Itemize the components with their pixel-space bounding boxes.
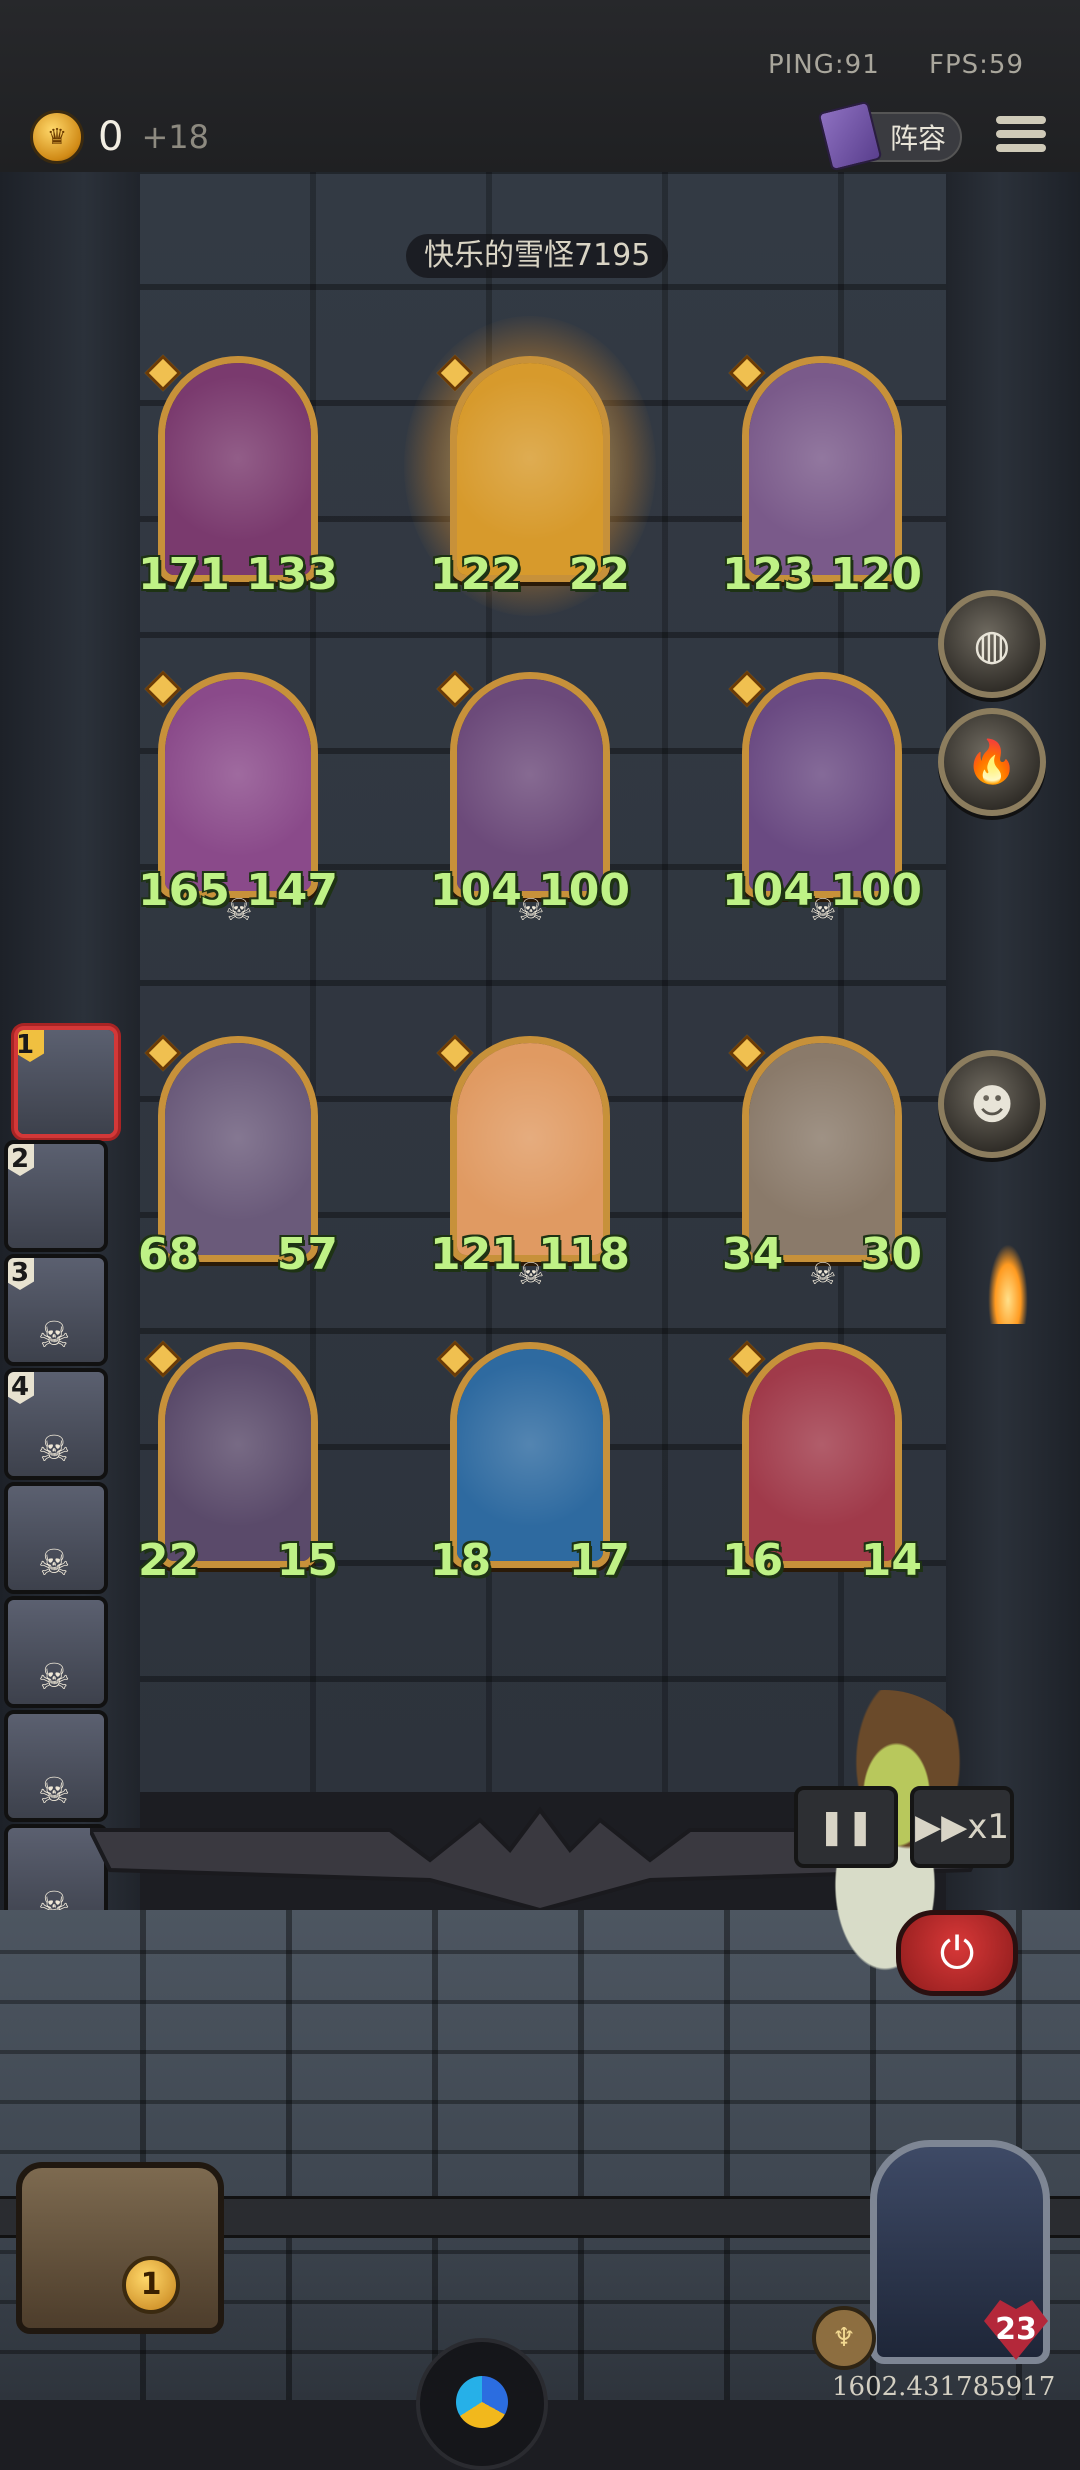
- health-value: 120: [830, 547, 922, 602]
- opponent-name: 快乐的雪怪7195: [406, 234, 669, 278]
- clown-art: [749, 1349, 895, 1561]
- minion-card[interactable]: 18 17: [430, 1340, 630, 1588]
- hero-power-icon[interactable]: ♆: [812, 2306, 876, 2370]
- skull-icon: ☠: [38, 1315, 71, 1356]
- health-value: 100: [830, 863, 922, 918]
- gold-income: +18: [141, 118, 209, 156]
- minion-card[interactable]: 104 100 ☠: [430, 670, 630, 928]
- ping-label: PING:91: [767, 50, 880, 80]
- minion-card[interactable]: 22 15: [138, 1340, 338, 1588]
- skull-icon: ☠: [517, 893, 545, 928]
- health-value: 133: [246, 547, 338, 602]
- performance-stats: PING:91 FPS:59: [728, 50, 1024, 80]
- dragon-head-art: [165, 1043, 311, 1255]
- chest-counter: 1: [122, 2256, 180, 2314]
- speed-button[interactable]: ▶▶x1: [910, 1786, 1014, 1868]
- skull-icon: ☠: [38, 1771, 71, 1812]
- health-value: 22: [568, 547, 630, 602]
- skull-icon: ☠: [809, 1257, 837, 1292]
- torch-icon: [988, 1244, 1028, 1324]
- queue-player[interactable]: 4 ☠: [4, 1368, 108, 1480]
- fire-elemental-art: [457, 1043, 603, 1255]
- logo-icon: [456, 2376, 508, 2428]
- health-value: 14: [860, 1533, 922, 1588]
- queue-player[interactable]: 3 ☠: [4, 1254, 108, 1366]
- attack-value: 171: [138, 547, 230, 602]
- fps-label: FPS:59: [929, 50, 1024, 80]
- app-logo-button[interactable]: [416, 2338, 548, 2470]
- gold-amount: 0: [98, 114, 124, 160]
- blue-dragon-art: [457, 1349, 603, 1561]
- crystal-orb-icon[interactable]: ◍: [938, 590, 1046, 698]
- skull-icon: ☠: [517, 1257, 545, 1292]
- gold-coin-icon: ♛: [30, 110, 84, 164]
- attack-value: 122: [430, 547, 522, 602]
- hooded-rogue-art: [457, 679, 603, 891]
- coordinate-readout: 1602.431785917: [832, 2372, 1056, 2402]
- attack-value: 16: [722, 1533, 784, 1588]
- queue-player[interactable]: 2: [4, 1140, 108, 1252]
- skull-icon: ☠: [809, 893, 837, 928]
- minion-card[interactable]: 68 57: [138, 1034, 338, 1282]
- skull-icon: ☠: [225, 893, 253, 928]
- attack-value: 121: [430, 1227, 522, 1282]
- robot-art: [749, 679, 895, 891]
- minion-card[interactable]: 34 30 ☠: [722, 1034, 922, 1292]
- queue-player[interactable]: 1: [14, 1026, 118, 1138]
- skull-mage-art: [165, 1349, 311, 1561]
- skull-icon: ☠: [38, 1429, 71, 1470]
- minion-card[interactable]: 121 118 ☠: [430, 1034, 630, 1292]
- moon-helmet-creature-art: [165, 679, 311, 891]
- skull-icon: ☠: [38, 1543, 71, 1584]
- health-value: 15: [276, 1533, 338, 1588]
- minion-card[interactable]: 171 133: [138, 354, 338, 602]
- attack-value: 104: [722, 863, 814, 918]
- lighter-icon[interactable]: 🔥: [938, 708, 1046, 816]
- attack-value: 18: [430, 1533, 492, 1588]
- lineup-label: 阵容: [889, 122, 946, 155]
- attack-value: 34: [722, 1227, 784, 1282]
- attack-value: 22: [138, 1533, 200, 1588]
- attack-value: 104: [430, 863, 522, 918]
- minion-card[interactable]: 122 22: [404, 316, 656, 616]
- horned-beast-art: [749, 363, 895, 575]
- book-icon: [817, 100, 883, 172]
- attack-value: 165: [138, 863, 230, 918]
- right-pillar: [946, 172, 1080, 1922]
- power-icon: ⏻: [939, 1927, 975, 1979]
- gold-display: ♛ 0 +18: [30, 110, 209, 164]
- health-value: 100: [538, 863, 630, 918]
- attack-value: 68: [138, 1227, 200, 1282]
- red-demon-art: [165, 363, 311, 575]
- lineup-button[interactable]: 阵容: [817, 100, 962, 172]
- golden-shield-minion-art: [457, 363, 603, 575]
- minion-card[interactable]: 165 147 ☠: [138, 670, 338, 928]
- attack-value: 123: [722, 547, 814, 602]
- health-value: 30: [860, 1227, 922, 1282]
- queue-player[interactable]: ☠: [4, 1482, 108, 1594]
- minion-card[interactable]: 16 14: [722, 1340, 922, 1588]
- airship-art: [749, 1043, 895, 1255]
- minion-card[interactable]: 123 120: [722, 354, 922, 602]
- top-hud: PING:91 FPS:59 ♛ 0 +18 阵容: [0, 0, 1080, 176]
- queue-player[interactable]: ☠: [4, 1596, 108, 1708]
- treasure-chest[interactable]: [16, 2162, 224, 2334]
- power-button[interactable]: ⏻: [896, 1910, 1018, 1996]
- mask-icon[interactable]: ☻: [938, 1050, 1046, 1158]
- health-value: 118: [538, 1227, 630, 1282]
- health-value: 17: [568, 1533, 630, 1588]
- health-value: 147: [246, 863, 338, 918]
- skull-icon: ☠: [38, 1657, 71, 1698]
- minion-card[interactable]: 104 100 ☠: [722, 670, 922, 928]
- health-value: 57: [276, 1227, 338, 1282]
- menu-icon[interactable]: [996, 116, 1046, 156]
- pause-button[interactable]: ❚❚: [794, 1786, 898, 1868]
